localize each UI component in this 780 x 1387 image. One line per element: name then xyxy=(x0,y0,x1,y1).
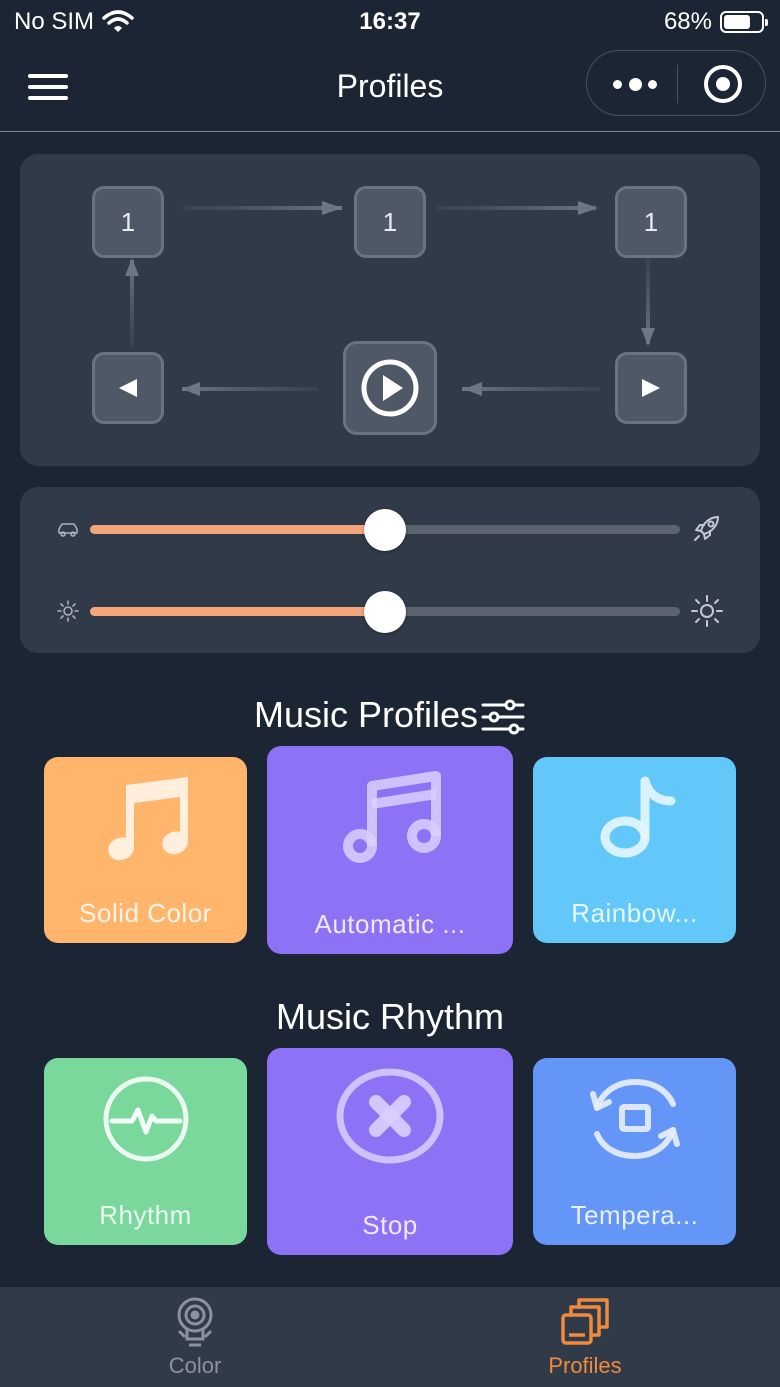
card-solid-color[interactable]: Solid Color xyxy=(44,757,247,943)
tab-label: Profiles xyxy=(548,1353,622,1378)
brightness-slider[interactable] xyxy=(90,591,680,633)
mini-program-capsule xyxy=(586,50,766,116)
speed-slider-thumb[interactable] xyxy=(364,509,406,551)
music-note-icon xyxy=(600,776,675,858)
card-temperature[interactable]: Tempera... xyxy=(533,1058,736,1245)
brightness-slider-thumb[interactable] xyxy=(364,591,406,633)
music-profiles-title: Music Profiles xyxy=(253,694,479,735)
bulb-icon xyxy=(177,1297,213,1347)
triangle-left-icon xyxy=(119,379,137,397)
music-profiles-heading: Music Profiles xyxy=(0,694,780,736)
sliders-panel xyxy=(20,487,760,653)
stop-icon xyxy=(336,1068,444,1164)
card-automatic[interactable]: Automatic ... xyxy=(267,746,513,954)
loop-key-1[interactable]: 1 xyxy=(92,186,164,258)
rocket-icon xyxy=(694,516,719,541)
next-button[interactable] xyxy=(615,352,687,424)
loop-panel: 1 1 1 xyxy=(20,154,760,466)
loop-key-2[interactable]: 1 xyxy=(354,186,426,258)
card-label: Stop xyxy=(362,1210,418,1240)
tab-bar: Color Profiles xyxy=(0,1287,780,1387)
previous-button[interactable] xyxy=(92,352,164,424)
brightness-high-icon xyxy=(691,595,723,627)
triangle-right-icon xyxy=(642,379,660,397)
more-icon[interactable] xyxy=(613,75,657,93)
card-label: Automatic ... xyxy=(314,909,466,939)
music-notes-icon xyxy=(107,777,188,861)
brightness-low-icon xyxy=(57,600,79,622)
tab-color[interactable]: Color xyxy=(0,1287,390,1387)
status-bar: No SIM 16:37 68% xyxy=(0,0,780,44)
card-label: Tempera... xyxy=(570,1200,699,1230)
music-rhythm-title: Music Rhythm xyxy=(275,996,505,1037)
card-label: Solid Color xyxy=(79,898,212,928)
play-circle-icon xyxy=(361,359,419,417)
card-stop[interactable]: Stop xyxy=(267,1048,513,1255)
card-label: Rainbow... xyxy=(571,898,698,928)
nav-bar: Profiles xyxy=(0,44,780,132)
card-rhythm[interactable]: Rhythm xyxy=(44,1058,247,1245)
battery-percent: 68% xyxy=(663,8,712,35)
car-icon xyxy=(58,523,78,537)
speed-slider[interactable] xyxy=(90,509,680,551)
card-label: Rhythm xyxy=(99,1200,192,1230)
pulse-icon xyxy=(103,1076,188,1162)
loop-key-3[interactable]: 1 xyxy=(615,186,687,258)
stacked-cards-icon xyxy=(561,1298,609,1345)
cycle-icon xyxy=(589,1079,680,1159)
play-button[interactable] xyxy=(343,341,437,435)
filter-sliders-icon[interactable] xyxy=(480,698,526,736)
music-notes-icon xyxy=(343,771,441,863)
tab-profiles[interactable]: Profiles xyxy=(390,1287,780,1387)
card-rainbow[interactable]: Rainbow... xyxy=(533,757,736,943)
close-target-icon[interactable] xyxy=(704,65,742,103)
tab-label: Color xyxy=(168,1353,222,1378)
battery-icon xyxy=(720,11,768,33)
